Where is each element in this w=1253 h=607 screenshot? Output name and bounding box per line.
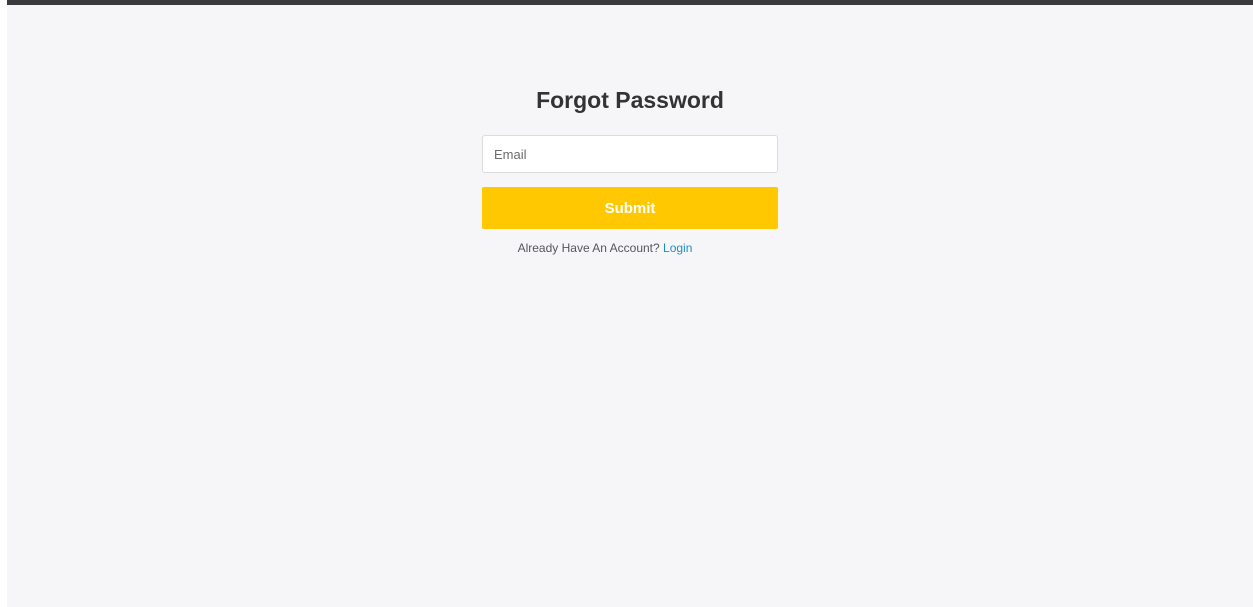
forgot-password-form: Forgot Password Submit Already Have An A… [482,83,778,255]
login-link[interactable]: Login [663,241,692,255]
email-field[interactable] [482,135,778,173]
submit-button[interactable]: Submit [482,187,778,229]
login-prompt: Already Have An Account? Login [482,241,728,255]
account-prompt-text: Already Have An Account? [517,241,660,255]
page-title: Forgot Password [536,87,724,113]
page-viewport: Forgot Password Submit Already Have An A… [7,0,1253,607]
